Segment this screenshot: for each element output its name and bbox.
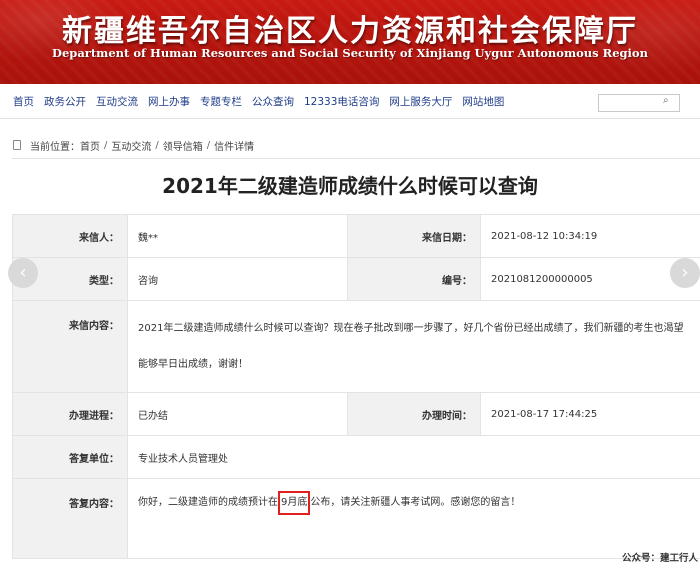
table-row: 来信人： 魏** 来信日期： 2021-08-12 10:34:19 <box>13 215 700 258</box>
location-icon <box>12 140 22 150</box>
sender-value: 魏** <box>128 215 348 258</box>
content-label-text: 来信内容： <box>13 301 119 332</box>
divider <box>12 158 700 159</box>
breadcrumb-separator: / <box>104 140 107 151</box>
nav-item-home[interactable]: 首页 <box>8 94 39 109</box>
handle-time-value: 2021-08-17 17:44:25 <box>481 393 700 436</box>
site-subtitle: Department of Human Resources and Social… <box>0 46 700 60</box>
progress-value: 已办结 <box>128 393 348 436</box>
sender-label: 来信人： <box>13 215 128 258</box>
progress-label: 办理进程： <box>13 393 128 436</box>
reply-value: 你好，二级建造师的成绩预计在9月底公布，请关注新疆人事考试网。感谢您的留言！ <box>128 479 700 559</box>
nav-item-service-hall[interactable]: 网上服务大厅 <box>384 94 457 109</box>
next-arrow-button[interactable]: › <box>670 258 700 288</box>
nav-item-interaction[interactable]: 互动交流 <box>91 94 143 109</box>
site-banner: 新疆维吾尔自治区人力资源和社会保障厅 Department of Human R… <box>0 0 700 84</box>
table-row: 类型： 咨询 编号： 2021081200000005 <box>13 258 700 301</box>
nav-item-special-topics[interactable]: 专题专栏 <box>195 94 247 109</box>
breadcrumb-letter-detail: 信件详情 <box>214 138 254 153</box>
breadcrumb-separator: / <box>207 140 210 151</box>
reply-label-text: 答复内容： <box>13 479 119 510</box>
search-icon[interactable]: ⌕ <box>663 95 673 107</box>
chevron-left-icon: ‹ <box>19 262 26 283</box>
main-nav: 首页 政务公开 互动交流 网上办事 专题专栏 公众查询 12333电话咨询 网上… <box>0 84 700 119</box>
type-value: 咨询 <box>128 258 348 301</box>
content-label: 来信内容： <box>13 301 128 393</box>
prev-arrow-button[interactable]: ‹ <box>8 258 38 288</box>
reply-text-after: 公布，请关注新疆人事考试网。感谢您的留言！ <box>310 497 520 508</box>
nav-item-public-query[interactable]: 公众查询 <box>247 94 299 109</box>
nav-item-gov-affairs[interactable]: 政务公开 <box>39 94 91 109</box>
date-value: 2021-08-12 10:34:19 <box>481 215 700 258</box>
breadcrumb-home[interactable]: 首页 <box>80 138 100 153</box>
breadcrumb: 当前位置： 首页 / 互动交流 / 领导信箱 / 信件详情 <box>12 137 254 153</box>
date-label: 来信日期： <box>348 215 481 258</box>
breadcrumb-interaction[interactable]: 互动交流 <box>111 138 151 153</box>
letter-detail-table: 来信人： 魏** 来信日期： 2021-08-12 10:34:19 类型： 咨… <box>12 214 700 559</box>
reply-text-before: 你好，二级建造师的成绩预计在 <box>138 497 278 508</box>
number-value: 2021081200000005 <box>481 258 700 301</box>
site-title: 新疆维吾尔自治区人力资源和社会保障厅 <box>0 6 700 50</box>
content-value: 2021年二级建造师成绩什么时候可以查询？现在卷子批改到哪一步骤了，好几个省份已… <box>128 301 700 393</box>
reply-label: 答复内容： <box>13 479 128 559</box>
table-row: 来信内容： 2021年二级建造师成绩什么时候可以查询？现在卷子批改到哪一步骤了，… <box>13 301 700 393</box>
table-row: 办理进程： 已办结 办理时间： 2021-08-17 17:44:25 <box>13 393 700 436</box>
breadcrumb-leader-mailbox[interactable]: 领导信箱 <box>163 138 203 153</box>
reply-unit-value: 专业技术人员管理处 <box>128 436 700 479</box>
breadcrumb-prefix: 当前位置： <box>30 138 80 153</box>
reply-highlight-box: 9月底 <box>278 491 310 515</box>
account-label: 公众号： <box>622 553 660 564</box>
nav-item-sitemap[interactable]: 网站地图 <box>457 94 509 109</box>
account-name: 建工行人 <box>660 553 698 564</box>
reply-unit-label: 答复单位： <box>13 436 128 479</box>
content-line-2: 能够早日出成绩，谢谢！ <box>138 347 690 383</box>
nav-item-online-services[interactable]: 网上办事 <box>143 94 195 109</box>
page-title: 2021年二级建造师成绩什么时候可以查询 <box>0 170 700 199</box>
chevron-right-icon: › <box>681 262 688 283</box>
breadcrumb-separator: / <box>155 140 158 151</box>
content-line-1: 2021年二级建造师成绩什么时候可以查询？现在卷子批改到哪一步骤了，好几个省份已… <box>138 311 690 347</box>
nav-item-hotline[interactable]: 12333电话咨询 <box>299 94 384 109</box>
number-label: 编号： <box>348 258 481 301</box>
watermark-account: 公众号：建工行人 <box>622 550 698 564</box>
table-row: 答复单位： 专业技术人员管理处 <box>13 436 700 479</box>
table-row: 答复内容： 你好，二级建造师的成绩预计在9月底公布，请关注新疆人事考试网。感谢您… <box>13 479 700 559</box>
handle-time-label: 办理时间： <box>348 393 481 436</box>
